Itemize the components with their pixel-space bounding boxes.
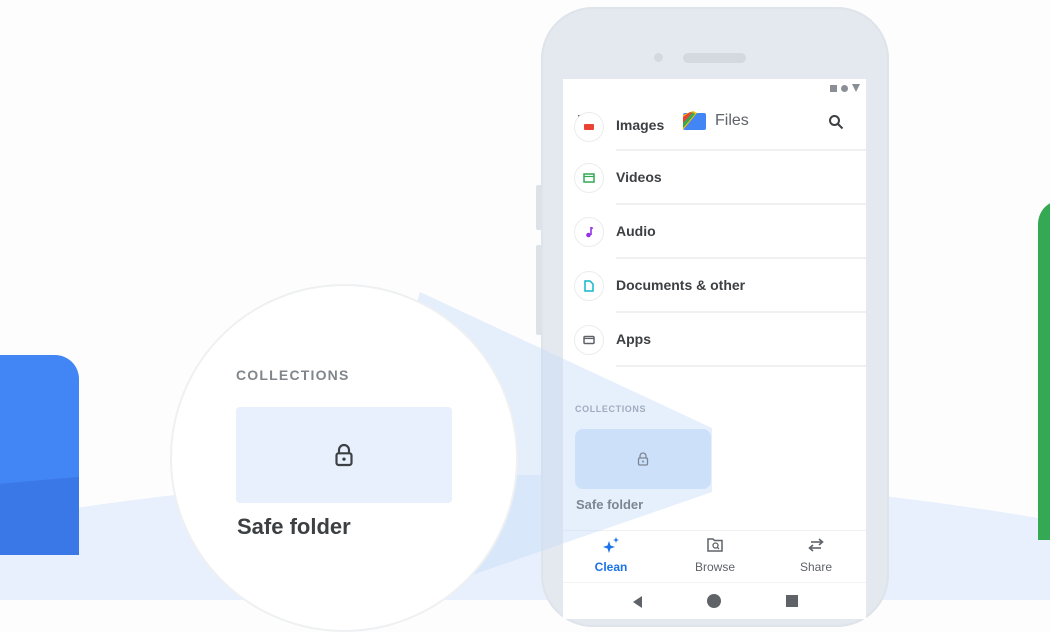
category-item-apps[interactable]: Apps [563, 313, 866, 367]
zoom-collections-heading: COLLECTIONS [236, 367, 350, 383]
sparkle-icon [603, 537, 619, 553]
home-icon[interactable] [706, 593, 722, 609]
system-nav-bar [563, 582, 866, 619]
status-bar [830, 84, 860, 92]
bottom-nav: Clean Browse Share [563, 530, 866, 581]
nav-tab-browse[interactable]: Browse [675, 537, 755, 574]
category-label: Audio [616, 223, 656, 239]
decorative-green-tile [1038, 200, 1050, 540]
category-item-images[interactable]: Images [563, 111, 866, 151]
image-icon [574, 111, 604, 142]
category-label: Images [616, 116, 665, 133]
phone-screen: Files Images Videos Audio Documents & ot… [563, 79, 866, 619]
category-label: Videos [616, 169, 662, 185]
nav-tab-share[interactable]: Share [776, 537, 856, 574]
document-icon [574, 271, 604, 301]
phone-camera [654, 53, 663, 62]
phone-speaker [683, 53, 746, 63]
signal-square-icon [830, 84, 837, 92]
folder-search-icon [707, 538, 723, 552]
background-wave [0, 475, 1050, 600]
lock-icon [637, 452, 649, 466]
category-label: Documents & other [616, 277, 746, 293]
nav-label: Browse [694, 560, 735, 574]
category-item-audio[interactable]: Audio [563, 205, 866, 259]
lock-icon [335, 443, 353, 467]
zoom-safe-folder-card [236, 407, 452, 503]
safe-folder-card[interactable] [575, 429, 711, 489]
decorative-blue-tile [0, 355, 79, 555]
nav-tab-clean[interactable]: Clean [571, 537, 651, 574]
app-window-icon [574, 325, 604, 355]
nav-label: Clean [594, 560, 628, 574]
wifi-triangle-icon [852, 84, 860, 92]
category-label: Apps [616, 331, 651, 347]
dot-icon [841, 84, 848, 92]
category-item-videos[interactable]: Videos [563, 151, 866, 205]
safe-folder-label: Safe folder [576, 497, 644, 512]
swap-arrows-icon [808, 538, 824, 552]
category-item-documents[interactable]: Documents & other [563, 259, 866, 313]
video-icon [574, 163, 604, 193]
nav-label: Share [799, 560, 833, 574]
collections-heading: COLLECTIONS [575, 404, 647, 414]
recents-icon[interactable] [786, 595, 798, 607]
back-icon[interactable] [631, 595, 643, 609]
zoom-safe-folder-label: Safe folder [237, 514, 351, 539]
category-list: Images Videos Audio Documents & other Ap… [563, 111, 866, 367]
music-note-icon [574, 217, 604, 247]
